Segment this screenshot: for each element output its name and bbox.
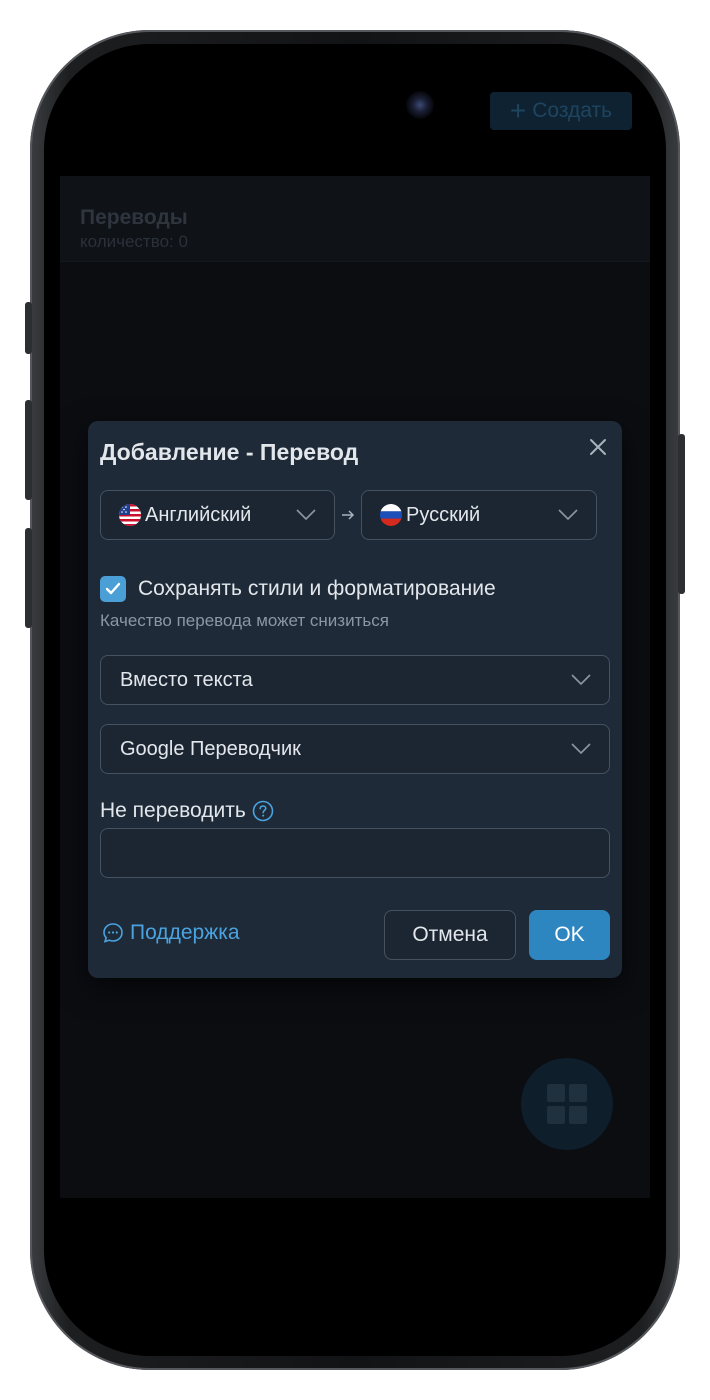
apps-fab-button[interactable] — [521, 1058, 613, 1150]
preserve-styles-label[interactable]: Сохранять стили и форматирование — [138, 577, 496, 601]
do-not-translate-label-row: Не переводить — [100, 799, 274, 823]
chevron-down-icon — [571, 743, 591, 755]
cancel-button[interactable]: Отмена — [384, 910, 516, 960]
chevron-down-icon — [571, 674, 591, 686]
do-not-translate-label: Не переводить — [100, 799, 246, 822]
checkmark-icon — [105, 582, 121, 595]
engine-select-value: Google Переводчик — [120, 737, 301, 760]
source-language-select[interactable]: Английский — [100, 490, 335, 540]
us-flag-icon — [119, 504, 141, 526]
support-link[interactable]: Поддержка — [102, 921, 240, 945]
camera-icon — [406, 91, 434, 119]
help-circle-icon[interactable] — [252, 800, 274, 822]
close-button[interactable] — [586, 435, 610, 459]
translation-engine-select[interactable]: Google Переводчик — [100, 724, 610, 774]
grid-icon — [547, 1084, 587, 1124]
action-button — [25, 302, 32, 354]
chevron-down-icon — [558, 509, 578, 521]
placement-select[interactable]: Вместо текста — [100, 655, 610, 705]
do-not-translate-input[interactable] — [100, 828, 610, 878]
chevron-down-icon — [296, 509, 316, 521]
item-count: количество: 0 — [80, 232, 188, 251]
create-button[interactable]: + Создать — [490, 92, 632, 130]
ru-flag-icon — [380, 504, 402, 526]
volume-down-button — [25, 528, 32, 628]
support-link-label: Поддержка — [130, 921, 240, 944]
create-button-label: Создать — [532, 99, 613, 122]
page-title: Переводы — [80, 206, 188, 229]
power-button — [678, 434, 685, 594]
ok-button[interactable]: OK — [529, 910, 610, 960]
chat-bubble-icon — [103, 923, 123, 943]
source-language-label: Английский — [145, 503, 252, 526]
volume-up-button — [25, 400, 32, 500]
preserve-styles-hint: Качество перевода может снизиться — [100, 611, 389, 630]
preserve-styles-checkbox[interactable] — [100, 576, 126, 602]
app-header: Переводы количество: 0 — [60, 176, 650, 262]
dialog-title: Добавление - Перевод — [100, 439, 359, 465]
arrow-right-icon — [342, 510, 355, 520]
placement-select-value: Вместо текста — [120, 668, 253, 691]
target-language-select[interactable]: Русский — [361, 490, 597, 540]
home-indicator-area — [60, 1198, 650, 1342]
add-translation-dialog: Добавление - Перевод Английский Русский … — [88, 421, 622, 978]
target-language-label: Русский — [406, 503, 481, 526]
plus-icon: + — [509, 95, 527, 126]
close-icon — [590, 439, 606, 455]
